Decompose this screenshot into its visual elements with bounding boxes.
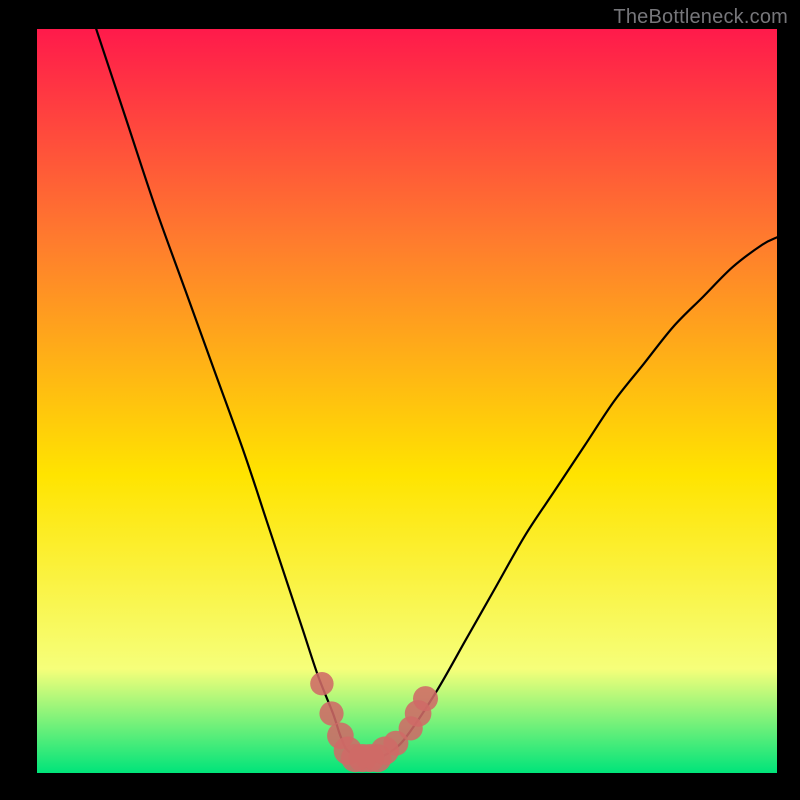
marker-dot bbox=[310, 672, 333, 695]
gradient-background bbox=[37, 29, 777, 773]
chart-frame: TheBottleneck.com bbox=[0, 0, 800, 800]
watermark-text: TheBottleneck.com bbox=[613, 6, 788, 29]
plot-area bbox=[37, 29, 777, 773]
chart-canvas bbox=[37, 29, 777, 773]
marker-dot bbox=[413, 686, 438, 711]
marker-dot bbox=[319, 701, 343, 725]
